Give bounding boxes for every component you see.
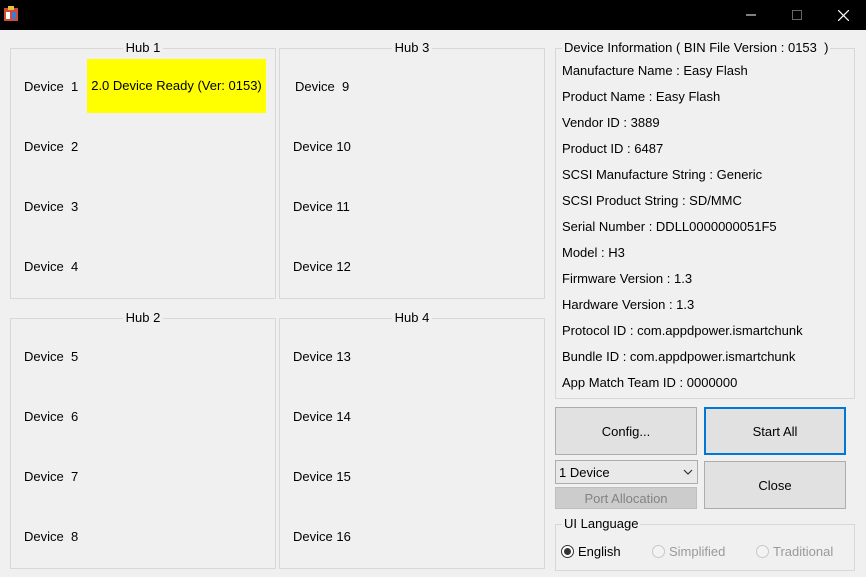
main-content: Hub 1 Device 1 2.0 Device Ready (Ver: 01… (0, 30, 866, 577)
ui-language-title: UI Language (562, 516, 641, 532)
maximize-icon (792, 10, 802, 20)
device-information-title: Device Information ( BIN File Version : … (562, 40, 831, 56)
radio-unselected-icon (652, 545, 665, 558)
device-label: Device 5 (24, 349, 79, 364)
hub-3-group: Hub 3 Device 9 Device 10 Device 11 Devic… (279, 40, 545, 299)
info-line: Bundle ID : com.appdpower.ismartchunk (562, 349, 796, 364)
hub-4-group: Hub 4 Device 13 Device 14 Device 15 Devi… (279, 310, 545, 569)
chevron-down-icon (683, 469, 693, 475)
radio-unselected-icon (756, 545, 769, 558)
device-label: Device 13 (293, 349, 351, 364)
maximize-button[interactable] (774, 0, 820, 30)
device-label: Device 8 (24, 529, 79, 544)
device-count-value: 1 Device (559, 465, 610, 480)
radio-label: Simplified (669, 544, 726, 559)
device-label: Device 9 (295, 79, 350, 94)
device-1-status: 2.0 Device Ready (Ver: 0153) (87, 59, 266, 113)
info-line: Product ID : 6487 (562, 141, 664, 156)
config-button[interactable]: Config... (555, 407, 697, 455)
info-line: SCSI Manufacture String : Generic (562, 167, 763, 182)
device-label: Device 7 (24, 469, 79, 484)
device-label: Device 16 (293, 529, 351, 544)
minimize-button[interactable] (728, 0, 774, 30)
device-label: Device 2 (24, 139, 79, 154)
info-line: Hardware Version : 1.3 (562, 297, 695, 312)
hub-title: Hub 1 (122, 40, 164, 55)
device-label: Device 11 (293, 199, 350, 214)
device-label: Device 12 (293, 259, 351, 274)
hub-title: Hub 2 (122, 310, 164, 325)
device-label: Device 4 (24, 259, 79, 274)
device-label: Device 1 (24, 79, 79, 94)
info-line: Product Name : Easy Flash (562, 89, 721, 104)
close-window-button[interactable] (820, 0, 866, 30)
radio-label: English (578, 544, 621, 559)
title-bar (0, 0, 866, 30)
info-line: App Match Team ID : 0000000 (562, 375, 738, 390)
info-line: Vendor ID : 3889 (562, 115, 660, 130)
close-button[interactable]: Close (704, 461, 846, 509)
device-label: Device 15 (293, 469, 351, 484)
hub-2-group: Hub 2 Device 5 Device 6 Device 7 Device … (10, 310, 276, 569)
device-label: Device 14 (293, 409, 351, 424)
language-simplified-radio[interactable]: Simplified (652, 544, 725, 559)
port-allocation-button[interactable]: Port Allocation (555, 487, 697, 509)
info-line: Model : H3 (562, 245, 625, 260)
language-traditional-radio[interactable]: Traditional (756, 544, 833, 559)
device-information-group: Device Information ( BIN File Version : … (555, 40, 855, 399)
app-icon (4, 6, 18, 21)
info-line: Protocol ID : com.appdpower.ismartchunk (562, 323, 803, 338)
hub-title: Hub 4 (391, 310, 433, 325)
device-count-select[interactable]: 1 Device (555, 460, 698, 484)
device-label: Device 6 (24, 409, 79, 424)
ui-language-group: UI Language English Simplified Tradition… (555, 516, 855, 571)
close-icon (837, 9, 849, 21)
minimize-icon (746, 14, 756, 16)
radio-label: Traditional (773, 544, 834, 559)
device-label: Device 10 (293, 139, 351, 154)
device-label: Device 3 (24, 199, 79, 214)
info-line: Serial Number : DDLL0000000051F5 (562, 219, 777, 234)
info-line: SCSI Product String : SD/MMC (562, 193, 742, 208)
info-line: Manufacture Name : Easy Flash (562, 63, 748, 78)
hub-title: Hub 3 (391, 40, 433, 55)
language-english-radio[interactable]: English (561, 544, 621, 559)
radio-selected-icon (561, 545, 574, 558)
info-line: Firmware Version : 1.3 (562, 271, 693, 286)
start-all-button[interactable]: Start All (704, 407, 846, 455)
hub-1-group: Hub 1 Device 1 2.0 Device Ready (Ver: 01… (10, 40, 276, 299)
